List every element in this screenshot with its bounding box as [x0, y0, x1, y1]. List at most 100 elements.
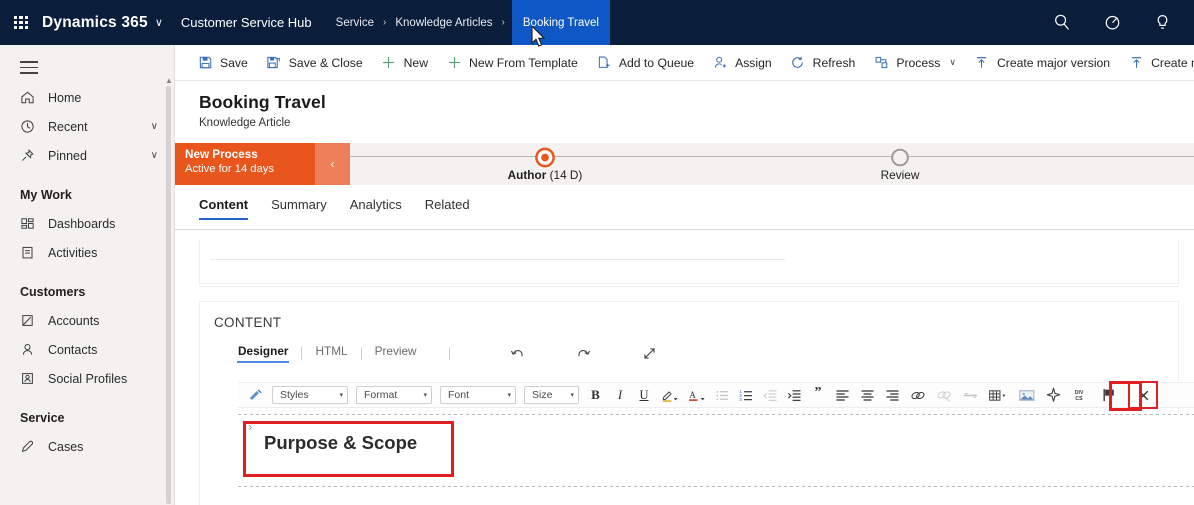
- command-label: New From Template: [469, 55, 578, 70]
- text-color-button[interactable]: A: [683, 384, 710, 406]
- divider: [448, 346, 450, 360]
- business-process-flow: New Process Active for 14 days ‹ Author …: [175, 143, 1194, 185]
- editor-document-area[interactable]: › Purpose & Scope: [238, 414, 1194, 505]
- search-icon[interactable]: [1052, 13, 1072, 33]
- sidebar-item-label: Contacts: [48, 342, 98, 357]
- new-button[interactable]: New: [372, 45, 437, 80]
- editor-mode-tabs: Designer HTML Preview: [200, 341, 1178, 365]
- assign-button[interactable]: Assign: [703, 45, 781, 80]
- editor-tab-html[interactable]: HTML: [315, 344, 347, 363]
- styles-select-value: Styles: [280, 389, 309, 401]
- save-and-close-button[interactable]: Save & Close: [257, 45, 372, 80]
- social-profile-icon: [20, 371, 40, 387]
- italic-button[interactable]: I: [608, 384, 632, 406]
- remove-link-button[interactable]: [931, 384, 957, 406]
- command-label: Save & Close: [288, 55, 363, 70]
- numbered-list-button[interactable]: 123: [734, 384, 758, 406]
- collapse-toolbar-button[interactable]: [1128, 381, 1158, 409]
- insert-table-button[interactable]: [983, 384, 1013, 406]
- size-select[interactable]: Size ▾: [524, 386, 579, 404]
- plus-icon: [381, 55, 397, 71]
- tab-related[interactable]: Related: [425, 197, 470, 220]
- editor-tab-designer[interactable]: Designer: [236, 344, 290, 363]
- smart-assist-button[interactable]: [1040, 384, 1067, 406]
- scrollbar-thumb[interactable]: [166, 86, 171, 504]
- sidebar-item-recent[interactable]: Recent ∨: [0, 112, 174, 141]
- add-to-queue-button[interactable]: Add to Queue: [587, 45, 703, 80]
- bold-button[interactable]: B: [583, 384, 608, 406]
- sidebar-item-accounts[interactable]: Accounts: [0, 306, 174, 335]
- align-left-button[interactable]: [830, 384, 855, 406]
- chevron-down-icon[interactable]: ∨: [151, 121, 158, 132]
- source-code-button[interactable]: DIV CS: [1067, 384, 1095, 406]
- stage-label: Review: [880, 168, 920, 182]
- heading-block[interactable]: › Purpose & Scope: [240, 416, 458, 469]
- create-minor-version-button[interactable]: Create minor v: [1119, 45, 1194, 80]
- process-flow-header[interactable]: New Process Active for 14 days: [175, 143, 315, 185]
- insert-link-button[interactable]: [905, 384, 931, 406]
- form-tab-strip: Content Summary Analytics Related: [175, 185, 1194, 230]
- format-painter-icon[interactable]: [242, 384, 268, 406]
- sidebar-item-contacts[interactable]: Contacts: [0, 335, 174, 364]
- new-from-template-button[interactable]: New From Template: [437, 45, 587, 80]
- sidebar-item-pinned[interactable]: Pinned ∨: [0, 141, 174, 170]
- underline-button[interactable]: U: [632, 384, 656, 406]
- expand-icon[interactable]: [637, 345, 663, 362]
- sidebar-group-customers: Customers: [20, 285, 86, 299]
- align-right-button[interactable]: [880, 384, 905, 406]
- increase-indent-button[interactable]: [782, 384, 806, 406]
- account-icon: [20, 313, 40, 329]
- page-title: Booking Travel: [199, 92, 326, 112]
- chevron-down-icon: ▾: [423, 392, 427, 399]
- chevron-down-icon[interactable]: ∨: [151, 150, 158, 161]
- refresh-icon: [790, 55, 806, 71]
- sidebar-item-dashboards[interactable]: Dashboards: [0, 209, 174, 238]
- highlight-color-button[interactable]: [656, 384, 683, 406]
- filter-icon[interactable]: [1102, 13, 1122, 33]
- insert-image-button[interactable]: [1013, 384, 1040, 406]
- sidebar-item-home[interactable]: Home: [0, 83, 174, 112]
- styles-select[interactable]: Styles ▾: [272, 386, 348, 404]
- refresh-button[interactable]: Refresh: [781, 45, 865, 80]
- save-icon: [197, 55, 213, 71]
- chevron-right-icon[interactable]: ›: [248, 419, 252, 434]
- editor-tab-preview[interactable]: Preview: [375, 344, 417, 363]
- save-button[interactable]: Save: [188, 45, 257, 80]
- add-to-queue-icon: [596, 55, 612, 71]
- lightbulb-icon[interactable]: [1152, 13, 1172, 33]
- app-name[interactable]: Customer Service Hub: [181, 15, 312, 30]
- sidebar-item-cases[interactable]: Cases: [0, 432, 174, 461]
- align-center-button[interactable]: [855, 384, 880, 406]
- horizontal-rule-button[interactable]: [957, 384, 983, 406]
- scroll-up-icon[interactable]: ▲: [165, 76, 173, 85]
- sidebar-item-label: Dashboards: [48, 216, 116, 231]
- create-major-version-button[interactable]: Create major version: [965, 45, 1119, 80]
- process-collapse-button[interactable]: ‹: [315, 143, 350, 185]
- tab-summary[interactable]: Summary: [271, 197, 327, 220]
- sidebar-item-activities[interactable]: Activities: [0, 238, 174, 267]
- redo-icon[interactable]: [571, 345, 597, 362]
- decrease-indent-button[interactable]: [758, 384, 782, 406]
- blockquote-button[interactable]: ”: [806, 384, 830, 406]
- process-button[interactable]: Process ∨: [864, 45, 965, 80]
- chevron-down-icon[interactable]: ∨: [155, 16, 163, 29]
- flag-button[interactable]: [1095, 384, 1122, 406]
- bulleted-list-button[interactable]: [710, 384, 734, 406]
- process-stage-review[interactable]: Review: [810, 143, 990, 185]
- font-select[interactable]: Font ▾: [440, 386, 516, 404]
- stage-duration: (14 D): [549, 168, 583, 182]
- breadcrumb-item-knowledge-articles[interactable]: Knowledge Articles: [393, 17, 494, 29]
- tab-analytics[interactable]: Analytics: [350, 197, 402, 220]
- brand-title[interactable]: Dynamics 365: [42, 14, 148, 32]
- chevron-down-icon[interactable]: ∨: [949, 57, 956, 68]
- undo-icon[interactable]: [505, 345, 531, 362]
- sidebar-scrollbar[interactable]: ▲: [165, 76, 173, 504]
- format-select[interactable]: Format ▾: [356, 386, 432, 404]
- breadcrumb-item-service[interactable]: Service: [334, 17, 376, 29]
- tab-content[interactable]: Content: [199, 197, 249, 221]
- process-stage-author[interactable]: Author (14 D): [455, 143, 635, 185]
- breadcrumb-item-booking-travel[interactable]: Booking Travel: [511, 0, 610, 45]
- app-launcher-icon[interactable]: [14, 15, 28, 30]
- sidebar-item-social-profiles[interactable]: Social Profiles: [0, 364, 174, 393]
- hamburger-menu-icon[interactable]: [20, 61, 38, 74]
